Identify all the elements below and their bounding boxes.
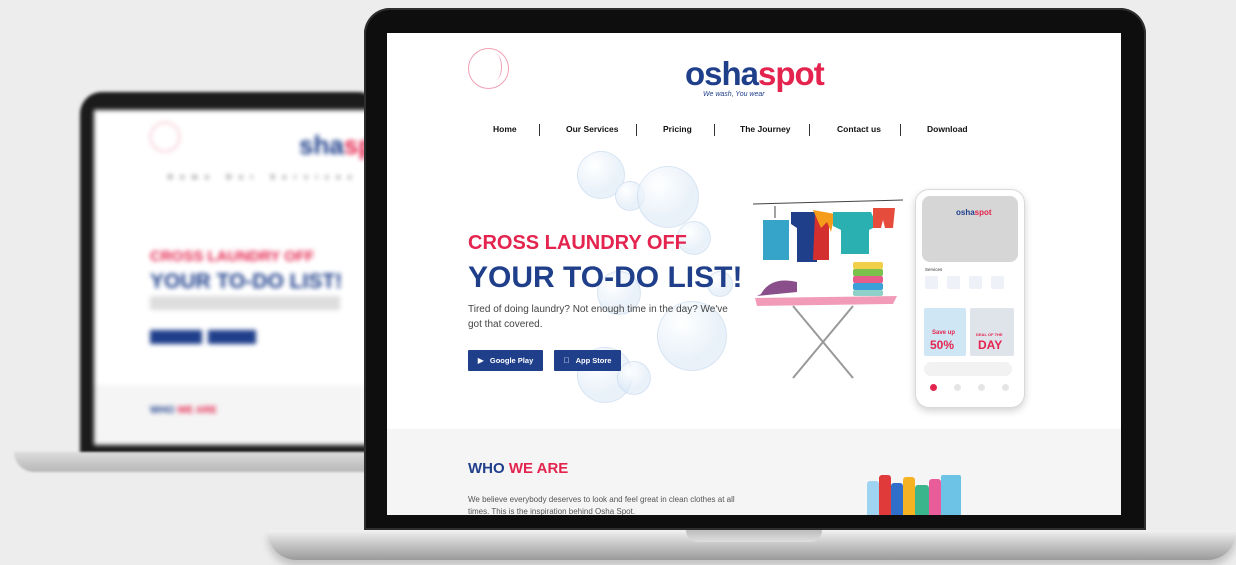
service-icon (991, 276, 1004, 289)
laptop-notch (686, 530, 822, 542)
app-store-label: App Store (572, 356, 612, 365)
tshirt-icon (833, 212, 877, 254)
hero-title: YOUR TO-DO LIST! (468, 261, 743, 294)
nav-separator (539, 124, 540, 136)
phone-nav-dot (1002, 384, 1009, 391)
logo-sha: sha (704, 55, 759, 92)
iron-icon (757, 280, 797, 296)
service-icon (947, 276, 960, 289)
background-nav: Home Our Services Pricing (168, 175, 380, 181)
about-title-who: WHO (468, 460, 505, 477)
phone-logo: oshaspot (956, 208, 992, 217)
nav-the-journey[interactable]: The Journey (740, 124, 791, 134)
logo-spot: spot (758, 55, 825, 92)
bubble-icon (637, 166, 699, 228)
background-hero-eyebrow: CROSS LAUNDRY OFF (150, 248, 315, 265)
phone-nav-dot (954, 384, 961, 391)
nav-contact-us[interactable]: Contact us (837, 124, 881, 134)
nav-separator (714, 124, 715, 136)
main-nav: Home Our Services Pricing The Journey Co… (479, 124, 1059, 138)
google-play-label: Google Play (489, 356, 534, 365)
folded-cloth-icon (853, 269, 883, 276)
phone-nav-dot (930, 384, 937, 391)
detergent-box-icon (941, 475, 961, 515)
hero-eyebrow: CROSS LAUNDRY OFF (468, 232, 687, 254)
hero-description: Tired of doing laundry? Not enough time … (468, 304, 728, 330)
nav-home[interactable]: Home (493, 124, 517, 134)
folded-cloth-icon (853, 290, 883, 296)
background-about-section (94, 385, 380, 445)
background-laptop-base (14, 452, 394, 472)
background-app-store-button (208, 330, 256, 344)
nav-pricing[interactable]: Pricing (663, 124, 692, 134)
bottle-icon (867, 481, 879, 515)
folded-cloth-icon (853, 276, 883, 283)
promo-deal-label: DEAL OF THE (976, 332, 1003, 337)
nav-download[interactable]: Download (927, 124, 968, 134)
background-hero-description (150, 296, 340, 310)
laundry-illustration (753, 199, 903, 379)
nav-our-services[interactable]: Our Services (566, 124, 618, 134)
promo-percent: 50% (930, 338, 955, 352)
about-title-we-are: WE ARE (508, 460, 569, 477)
folded-cloth-icon (853, 283, 883, 290)
service-icon (969, 276, 982, 289)
promo-save-label: Save up (932, 330, 956, 336)
background-google-play-button (150, 330, 202, 344)
bubble-icon (617, 361, 651, 395)
background-laptop-screen: shaspot Home Our Services Pricing CROSS … (94, 110, 380, 445)
background-circle-decoration (150, 122, 180, 152)
site-logo[interactable]: oshaspot We wash, You wear (685, 57, 825, 103)
phone-header-image: oshaspot (922, 196, 1018, 262)
apple-icon:  (564, 356, 570, 365)
phone-nav-dot (978, 384, 985, 391)
nav-separator (900, 124, 901, 136)
about-description: We believe everybody deserves to look an… (468, 495, 735, 515)
folded-cloth-icon (853, 262, 883, 269)
nav-separator (809, 124, 810, 136)
nav-separator (636, 124, 637, 136)
phone-mockup: oshaspot Services Save up 50% DEAL OF TH… (915, 189, 1025, 408)
google-play-button[interactable]: ▶ Google Play (468, 350, 543, 371)
bottle-icon (879, 475, 891, 515)
detergent-bottles-illustration (867, 475, 961, 515)
app-store-button[interactable]:  App Store (554, 350, 621, 371)
background-about-title: WHO WE ARE (150, 405, 217, 416)
circle-decoration (468, 48, 509, 89)
phone-services-label: Services (925, 267, 943, 272)
logo-o: o (685, 55, 705, 92)
bottle-icon (915, 485, 929, 515)
logo-tagline: We wash, You wear (703, 91, 765, 98)
service-icon (925, 276, 938, 289)
background-hero-title: YOUR TO-DO LIST! (150, 270, 343, 293)
promo-day: DAY (978, 338, 1003, 352)
laptop-screen: oshaspot We wash, You wear Home Our Serv… (387, 33, 1121, 515)
promo-card-deal: DEAL OF THE DAY (970, 308, 1014, 356)
clothesline (753, 199, 903, 205)
phone-info-bar (924, 362, 1012, 376)
ironing-board-icon (755, 296, 897, 306)
promo-card-save: Save up 50% (924, 308, 966, 356)
towel-icon (763, 220, 789, 260)
logo-wordmark: oshaspot (685, 55, 825, 92)
bottle-icon (929, 479, 941, 515)
bottle-icon (903, 477, 915, 515)
shorts-icon (873, 208, 895, 228)
bottle-icon (891, 483, 903, 515)
about-title: WHO WE ARE (468, 460, 568, 477)
play-icon: ▶ (477, 356, 484, 365)
